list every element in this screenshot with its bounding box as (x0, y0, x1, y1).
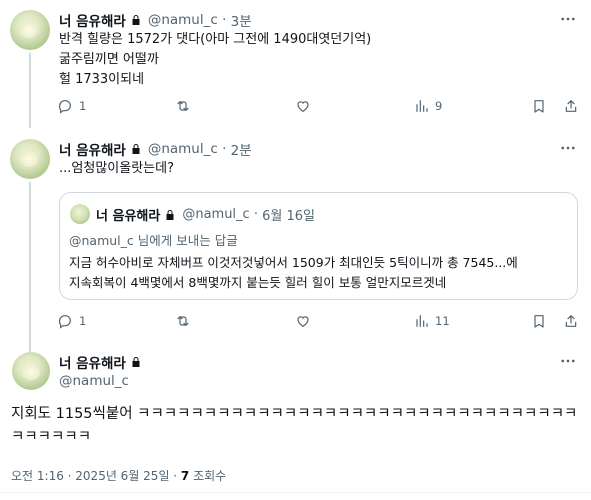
thread-connector-line (29, 182, 31, 352)
like-button[interactable] (295, 98, 311, 114)
tweet-meta: 오전 1:16 · 2025년 6월 25일 · 7 조회수 (11, 467, 226, 484)
display-name[interactable]: 너 음유해라 (59, 352, 126, 372)
more-icon[interactable] (559, 10, 577, 28)
thread-connector-line (29, 53, 31, 128)
like-button[interactable] (295, 313, 311, 329)
views-label: 조회수 (189, 469, 227, 483)
user-handle[interactable]: @namul_c (148, 141, 218, 157)
display-name: 너 음유해라 (96, 209, 161, 224)
avatar[interactable] (70, 204, 90, 224)
views-button[interactable]: 9 (413, 98, 442, 114)
divider (0, 492, 591, 493)
lock-icon (132, 144, 140, 154)
quoted-tweet-card[interactable]: 너 음유해라 @namul_c · 6월 16일 @namul_c 님에게 보내… (59, 192, 578, 300)
avatar[interactable] (12, 352, 50, 390)
reply-count: 1 (79, 314, 87, 328)
views-icon (416, 315, 428, 327)
reply-icon (58, 100, 71, 114)
lock-icon (166, 209, 174, 220)
share-icon (565, 100, 577, 112)
reply-button[interactable]: 1 (57, 313, 86, 329)
user-handle: @namul_c (182, 207, 250, 222)
quoted-tweet-date: 6월 16일 (262, 209, 315, 224)
main-tweet-text: 지회도 1155씩붙어 ㅋㅋㅋㅋㅋㅋㅋㅋㅋㅋㅋㅋㅋㅋㅋㅋㅋㅋㅋㅋㅋㅋㅋㅋㅋㅋㅋㅋ… (11, 406, 578, 445)
retweet-icon (177, 101, 189, 111)
separator-dot: · (217, 12, 231, 28)
action-bar: 1 9 (57, 98, 582, 118)
view-count: 9 (435, 99, 443, 113)
share-button[interactable] (563, 313, 579, 329)
bookmark-icon (534, 315, 544, 328)
tweet-text: 반격 힐량은 1572가 댓다(아마 그전에 1490대엿던기억) 굶주림끼면 … (59, 32, 372, 87)
reply-to-label: @namul_c 님에게 보내는 답글 (69, 233, 238, 248)
user-handle[interactable]: @namul_c (59, 373, 129, 389)
thread-tweet-1[interactable]: 너 음유해라 @namul_c · 3분 반격 힐량은 1572가 댓다(아마 … (0, 0, 591, 128)
views-icon (416, 100, 428, 112)
bookmark-button[interactable] (531, 313, 547, 329)
reply-icon (58, 315, 71, 329)
avatar[interactable] (10, 10, 50, 50)
more-icon[interactable] (559, 352, 577, 370)
quoted-tweet-text: 지금 허수아비로 자체버프 이것저것넣어서 1509가 최대인듯 5틱이니까 총… (69, 255, 518, 290)
tweet-text: ...엄청많이올랏는데? (59, 161, 174, 176)
like-icon (297, 316, 309, 328)
bookmark-icon (534, 100, 544, 113)
tweet-header: 너 음유해라 @namul_c · 3분 (59, 10, 252, 30)
display-name[interactable]: 너 음유해라 (59, 139, 126, 159)
quoted-tweet-header: 너 음유해라 @namul_c · 6월 16일 (96, 205, 315, 224)
reply-count: 1 (79, 99, 87, 113)
tweet-header: 너 음유해라 (59, 352, 148, 372)
avatar[interactable] (10, 139, 50, 179)
bookmark-button[interactable] (531, 98, 547, 114)
reply-button[interactable]: 1 (57, 98, 86, 114)
separator-dot: · (217, 141, 231, 157)
tweet-header: 너 음유해라 @namul_c · 2분 (59, 139, 252, 159)
lock-icon (132, 357, 140, 367)
retweet-button[interactable] (175, 313, 197, 329)
user-handle[interactable]: @namul_c (148, 12, 218, 28)
separator-dot: · (249, 207, 263, 222)
retweet-button[interactable] (175, 98, 197, 114)
views-button[interactable]: 11 (413, 313, 450, 329)
tweet-time[interactable]: 3분 (231, 10, 252, 30)
share-icon (565, 315, 577, 327)
handle-row: @namul_c (59, 373, 129, 389)
action-bar: 1 11 (57, 313, 582, 333)
tweet-time[interactable]: 2분 (231, 139, 252, 159)
share-button[interactable] (563, 98, 579, 114)
more-icon[interactable] (559, 139, 577, 157)
display-name[interactable]: 너 음유해라 (59, 10, 126, 30)
like-icon (297, 101, 309, 113)
view-count: 11 (435, 314, 450, 328)
lock-icon (132, 15, 140, 25)
timestamp[interactable]: 오전 1:16 · 2025년 6월 25일 · (11, 469, 181, 483)
retweet-icon (177, 316, 189, 326)
